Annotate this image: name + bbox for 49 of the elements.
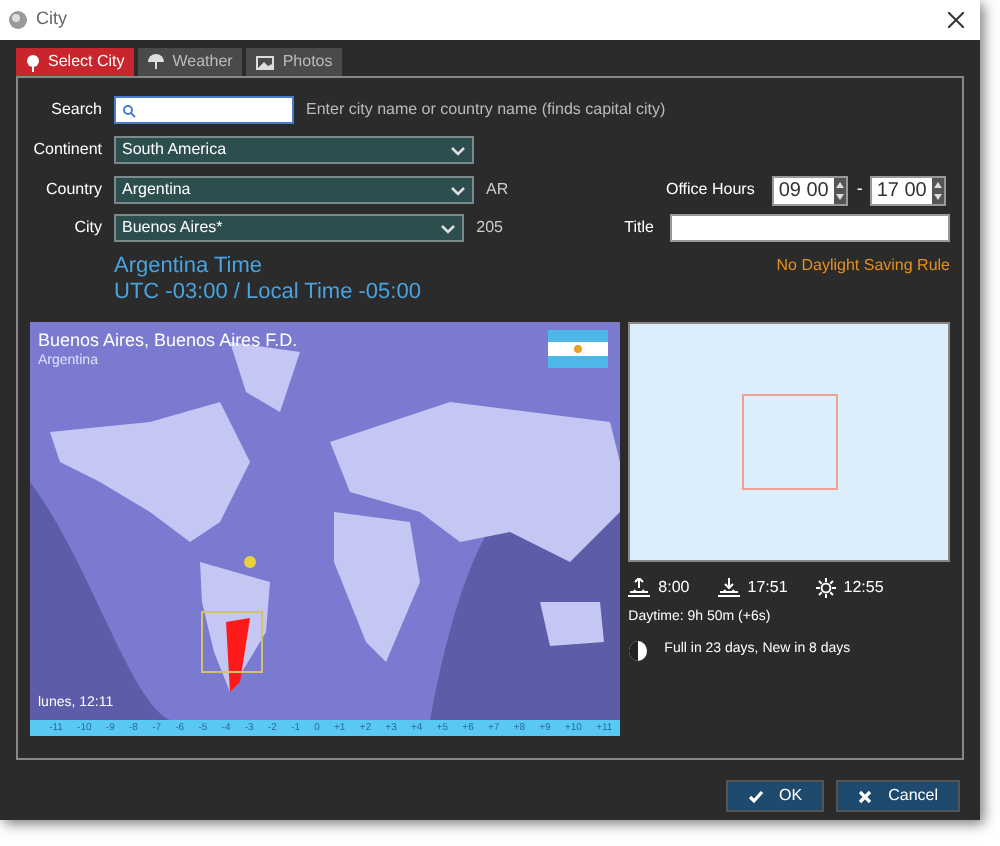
field-label: Continent	[31, 138, 102, 162]
pin-icon	[26, 53, 40, 71]
checkmark-icon	[747, 789, 764, 803]
sunset-icon	[717, 578, 740, 598]
preview-frame	[741, 394, 838, 490]
cancel-button[interactable]: Cancel	[836, 780, 960, 812]
umbrella-icon	[148, 54, 165, 70]
city-dropdown[interactable]: Buenos Aires*	[114, 214, 465, 242]
sun-icon	[815, 578, 836, 598]
field-label: Country	[43, 178, 102, 202]
field-label: City	[72, 216, 102, 240]
time-zone-name: Argentina Time	[114, 254, 264, 280]
close-icon[interactable]	[948, 12, 964, 28]
spin-arrows-icon	[834, 177, 847, 203]
flag-icon	[548, 330, 609, 368]
time-separator: -	[856, 176, 863, 203]
time-offsets: UTC -03:00 / Local Time -05:00	[114, 280, 421, 306]
close-icon	[858, 789, 873, 803]
moon-phase-icon	[628, 639, 649, 661]
chevron-down-icon	[450, 145, 466, 155]
chevron-down-icon	[440, 223, 457, 233]
sunset-time: 17:51	[747, 576, 788, 600]
country-dropdown[interactable]: Argentina	[114, 176, 474, 204]
field-label: Title	[624, 216, 654, 240]
title-field[interactable]	[670, 214, 950, 242]
ok-button[interactable]: OK	[725, 780, 825, 812]
spin-arrows-icon	[932, 177, 945, 203]
sunrise-time: 8:00	[658, 576, 690, 600]
sunrise-icon	[628, 578, 651, 598]
app-icon	[8, 10, 28, 30]
tab[interactable]: Weather	[138, 48, 243, 76]
time-spinner[interactable]: 17 00	[870, 175, 947, 205]
chevron-down-icon	[450, 185, 466, 195]
search-field[interactable]	[114, 96, 294, 124]
daylight-saving-note: No Daylight Saving Rule	[776, 254, 950, 278]
country-code: AR	[486, 178, 511, 202]
map-city-name: Buenos Aires, Buenos Aires F.D.	[38, 328, 298, 353]
tab[interactable]: Select City	[16, 48, 135, 76]
continent-dropdown[interactable]: South America	[114, 136, 474, 164]
field-label: Search	[49, 98, 102, 122]
tab[interactable]: Photos	[246, 48, 343, 76]
photo-icon	[256, 55, 275, 69]
search-hint: Enter city name or country name (finds capital city)	[306, 98, 666, 122]
window-title: City	[36, 6, 67, 33]
noon-time: 12:55	[843, 576, 884, 600]
field-label: Office Hours	[666, 178, 755, 202]
city-code: 205	[476, 216, 505, 240]
time-spinner[interactable]: 09 00	[772, 175, 849, 205]
search-icon	[122, 103, 136, 117]
